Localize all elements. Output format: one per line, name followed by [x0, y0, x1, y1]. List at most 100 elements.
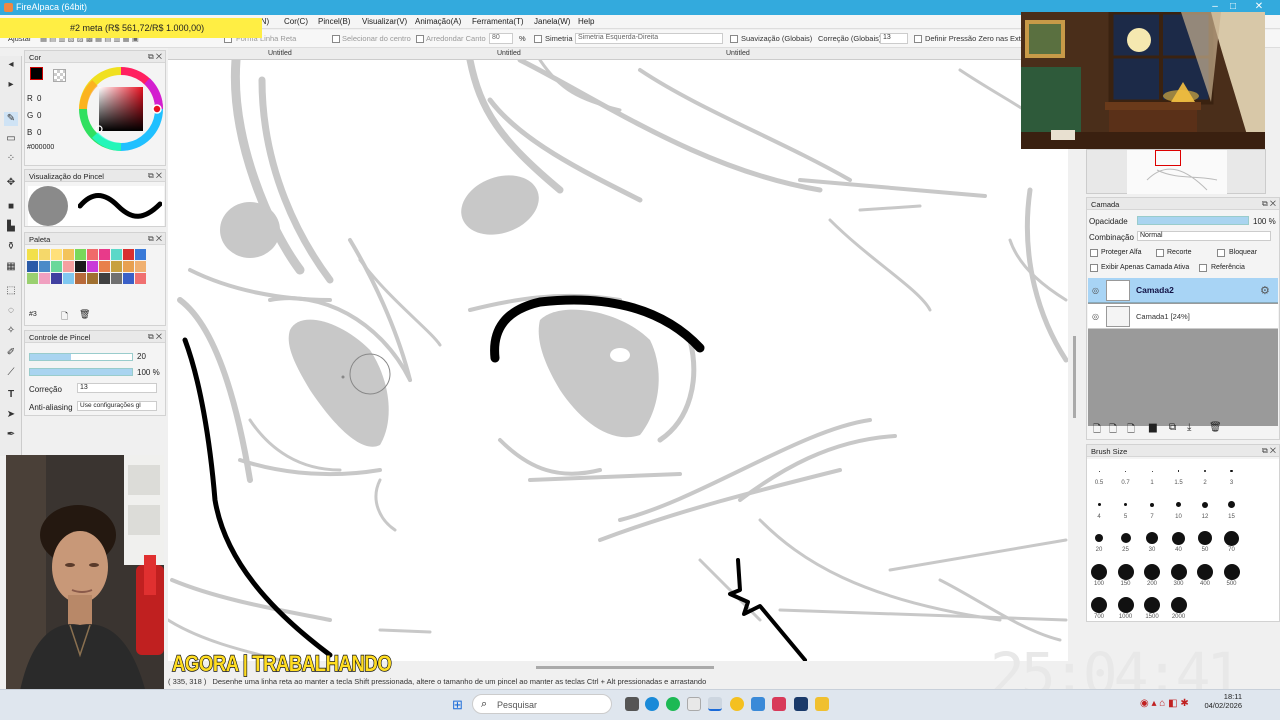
expand-right-icon[interactable]: ▸ — [4, 78, 18, 92]
palette-swatch[interactable] — [63, 261, 74, 272]
blend-mode-select[interactable]: Normal — [1137, 231, 1271, 241]
edge-icon[interactable] — [645, 697, 659, 711]
panel-controls-icon[interactable]: ⧉ ✕ — [148, 332, 162, 342]
system-clock[interactable]: 18:11 04/02/2026 — [1200, 692, 1242, 710]
eraser-tool-icon[interactable]: ▭ — [4, 132, 18, 146]
layer-opacity-slider[interactable] — [1137, 216, 1249, 225]
panel-controls-icon[interactable]: ⧉ ✕ — [148, 52, 162, 62]
layer-settings-icon[interactable]: ⚙ — [1260, 284, 1270, 297]
tab-untitled-2[interactable]: Untitled — [497, 50, 521, 57]
menu-item-color[interactable]: Cor(C) — [284, 17, 308, 26]
palette-swatch[interactable] — [111, 273, 122, 284]
brush-correcao-select[interactable]: 13 — [77, 383, 157, 393]
brush-size-option[interactable] — [1177, 470, 1180, 472]
brush-size-option[interactable] — [1091, 563, 1107, 580]
arredondar-input[interactable]: 80 — [489, 33, 513, 44]
palette-swatch[interactable] — [111, 249, 122, 260]
brush-opacity-slider[interactable] — [29, 368, 133, 376]
gradient-tool-icon[interactable]: ▦ — [4, 260, 18, 274]
simetria-select[interactable]: Simetria Esquerda-Direita — [575, 33, 723, 44]
vertical-scrollbar[interactable] — [1073, 336, 1076, 418]
layer-row-active[interactable]: ◎ Camada2 ⚙ — [1088, 278, 1278, 303]
brush-size-option[interactable] — [1228, 501, 1235, 508]
panel-controls-icon[interactable]: ⧉ ✕ — [1262, 446, 1276, 456]
app-icon-4[interactable] — [794, 697, 808, 711]
palette-swatch[interactable] — [75, 273, 86, 284]
visibility-icon[interactable]: ◎ — [1092, 286, 1099, 295]
rect-tool-icon[interactable]: ■ — [4, 200, 18, 214]
g-value[interactable]: 0 — [37, 111, 41, 120]
brush-size-option[interactable] — [1197, 563, 1213, 580]
app-icon-2[interactable] — [751, 697, 765, 711]
palette-swatch[interactable] — [123, 273, 134, 284]
arredondar-checkbox[interactable] — [416, 35, 424, 43]
spotify-icon[interactable] — [666, 697, 680, 711]
r-value[interactable]: 0 — [37, 94, 41, 103]
app-icon-3[interactable] — [772, 697, 786, 711]
firealpaca-taskbar-icon[interactable] — [708, 697, 722, 711]
brush-size-option[interactable] — [1202, 501, 1208, 508]
palette-swatch[interactable] — [87, 249, 98, 260]
text-tool-icon[interactable]: T — [4, 388, 18, 402]
palette-swatch[interactable] — [75, 249, 86, 260]
collapse-left-icon[interactable]: ◂ — [4, 58, 18, 72]
duplicate-layer-icon[interactable]: ⧉ — [1169, 422, 1176, 433]
simetria-checkbox[interactable] — [534, 35, 542, 43]
palette-swatch[interactable] — [63, 249, 74, 260]
menu-item-help[interactable]: Help — [578, 17, 594, 26]
hex-value[interactable]: #000000 — [27, 144, 54, 151]
brush-size-option[interactable] — [1098, 470, 1100, 472]
b-value[interactable]: 0 — [37, 128, 41, 137]
delete-layer-icon[interactable]: 🗑 — [1209, 422, 1222, 433]
menu-item-animation[interactable]: Animação(A) — [415, 17, 461, 26]
palette-swatch[interactable] — [135, 261, 146, 272]
operation-tool-icon[interactable]: ➤ — [4, 408, 18, 422]
palette-swatch[interactable] — [99, 249, 110, 260]
color-wheel[interactable] — [77, 65, 165, 153]
referencia-checkbox[interactable] — [1199, 264, 1207, 272]
select-pen-icon[interactable]: ✐ — [4, 346, 18, 360]
new-layer-1bit-icon[interactable]: 🗋 — [1127, 422, 1135, 439]
bloquear-checkbox[interactable] — [1217, 249, 1225, 257]
dropper-tool-icon[interactable]: ✒ — [4, 428, 18, 442]
windows-start-icon[interactable]: ⊞ — [452, 697, 463, 713]
tab-untitled-1[interactable]: Untitled — [268, 50, 292, 57]
brush-size-option[interactable] — [1224, 530, 1239, 546]
palette-swatch[interactable] — [27, 249, 38, 260]
brush-opacity-value[interactable]: 100 % — [137, 368, 160, 377]
brush-size-option[interactable] — [1123, 502, 1128, 507]
brush-size-option[interactable] — [1172, 531, 1185, 545]
palette-swatch[interactable] — [39, 273, 50, 284]
palette-swatch[interactable] — [99, 261, 110, 272]
pressao-checkbox[interactable] — [914, 35, 922, 43]
menu-item-tool[interactable]: Ferramenta(T) — [472, 17, 524, 26]
palette-swatch[interactable] — [39, 249, 50, 260]
horizontal-scrollbar[interactable] — [536, 666, 714, 669]
brush-size-option[interactable] — [1120, 533, 1131, 543]
new-layer-icon[interactable]: 🗋 — [1093, 422, 1101, 439]
palette-swatch[interactable] — [63, 273, 74, 284]
secondary-color-swatch[interactable] — [53, 69, 66, 82]
delete-palette-icon[interactable]: 🗑 — [79, 309, 90, 320]
brush-size-option[interactable] — [1176, 502, 1181, 507]
palette-swatch[interactable] — [123, 261, 134, 272]
bucket-tool-icon[interactable]: ⚱ — [4, 240, 18, 254]
brush-size-slider[interactable] — [29, 353, 133, 361]
proteger-alfa-checkbox[interactable] — [1090, 249, 1098, 257]
brush-size-option[interactable] — [1151, 470, 1153, 472]
tab-untitled-3[interactable]: Untitled — [726, 50, 750, 57]
palette-swatch[interactable] — [135, 273, 146, 284]
folder-icon[interactable] — [815, 697, 829, 711]
magic-wand-icon[interactable]: ✧ — [4, 324, 18, 338]
brush-size-option[interactable] — [1204, 470, 1206, 472]
brush-size-option[interactable] — [1198, 531, 1212, 545]
drawing-canvas[interactable] — [168, 60, 1068, 661]
palette-swatch[interactable] — [39, 261, 50, 272]
new-palette-icon[interactable]: 🗋 — [61, 309, 68, 325]
brush-tool-icon[interactable]: ✎ — [4, 112, 18, 126]
menu-item-window[interactable]: Janela(W) — [534, 17, 570, 26]
brush-size-option[interactable] — [1091, 597, 1107, 613]
exibir-ativa-checkbox[interactable] — [1090, 264, 1098, 272]
palette-swatch[interactable] — [111, 261, 122, 272]
palette-swatch[interactable] — [27, 273, 38, 284]
